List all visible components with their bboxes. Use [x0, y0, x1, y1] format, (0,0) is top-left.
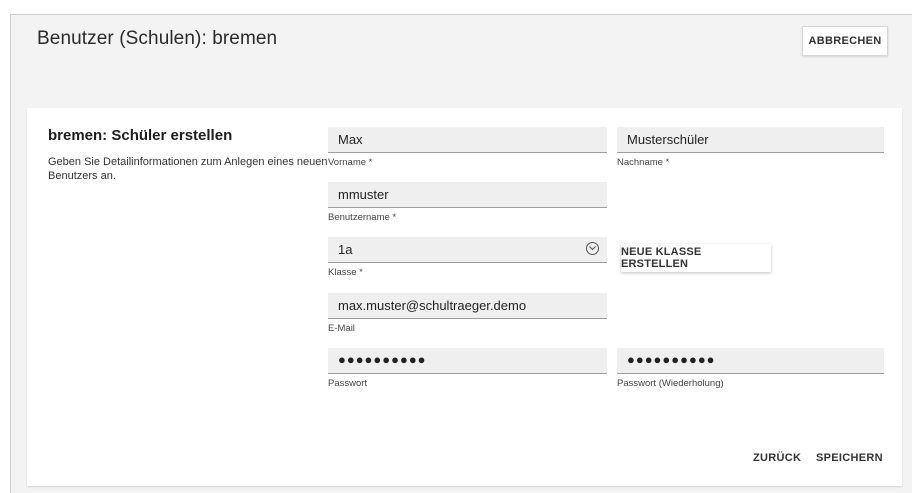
new-class-button[interactable]: NEUE KLASSE ERSTELLEN: [621, 244, 771, 272]
email-label: E-Mail: [328, 323, 355, 334]
email-field[interactable]: max.muster@schultraeger.demo: [328, 293, 607, 319]
cancel-button[interactable]: ABBRECHEN: [802, 26, 888, 56]
password-field[interactable]: ●●●●●●●●●●: [328, 348, 607, 374]
back-button[interactable]: ZURÜCK: [753, 452, 801, 464]
firstname-field[interactable]: Max: [328, 127, 607, 153]
chevron-down-icon[interactable]: [586, 242, 599, 255]
username-field[interactable]: mmuster: [328, 182, 607, 208]
class-select[interactable]: 1a: [328, 237, 607, 263]
class-select-value: 1a: [338, 242, 353, 257]
firstname-label: Vorname *: [328, 157, 373, 168]
class-label: Klasse *: [328, 267, 363, 278]
page-title: Benutzer (Schulen): bremen: [37, 28, 278, 49]
username-label: Benutzername *: [328, 212, 397, 223]
password-repeat-field[interactable]: ●●●●●●●●●●: [617, 348, 884, 374]
lastname-field[interactable]: Musterschüler: [617, 127, 884, 153]
save-button[interactable]: SPEICHERN: [816, 452, 883, 464]
card-description: Geben Sie Detailinformationen zum Anlege…: [48, 156, 328, 182]
lastname-label: Nachname *: [617, 157, 670, 168]
password-repeat-label: Passwort (Wiederholung): [617, 378, 724, 389]
password-label: Passwort: [328, 378, 368, 389]
card-title: bremen: Schüler erstellen: [48, 127, 233, 144]
